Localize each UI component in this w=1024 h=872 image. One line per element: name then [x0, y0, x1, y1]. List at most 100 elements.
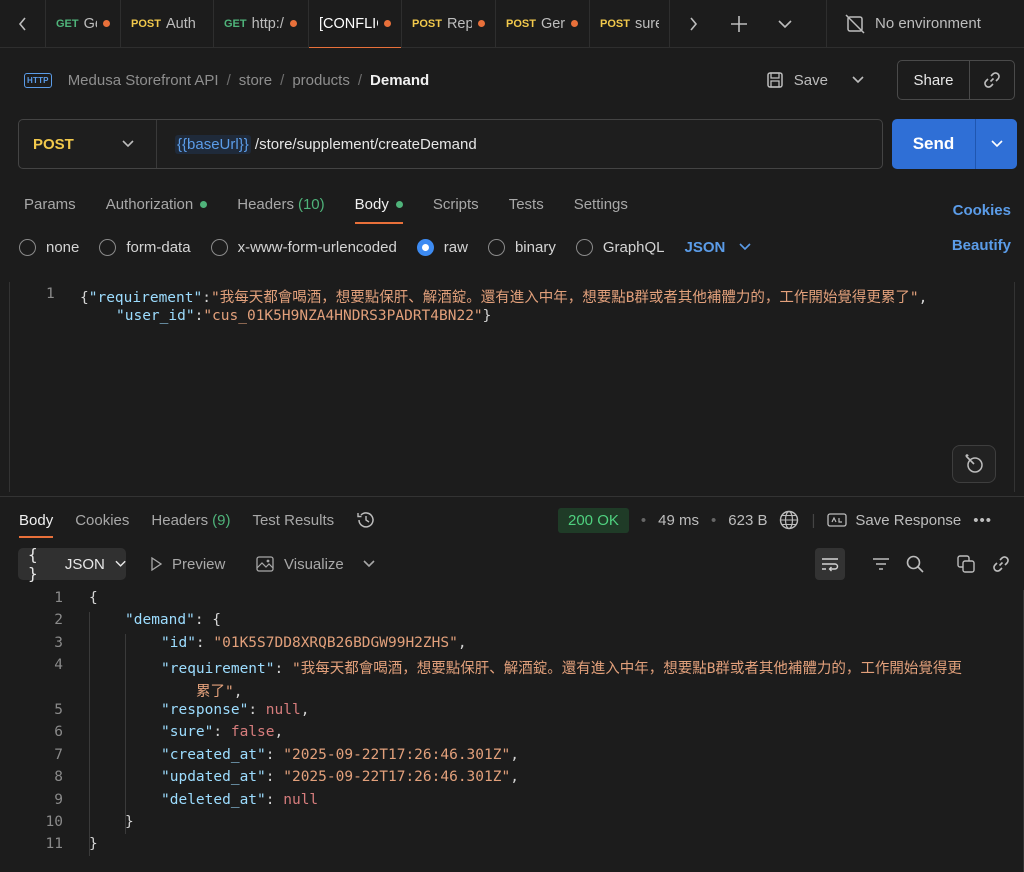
copy-button[interactable]	[951, 548, 981, 580]
response-tab-headers[interactable]: Headers (9)	[151, 506, 230, 534]
json-string: "我每天都會喝酒，想要點保肝、解酒錠。還有進入中年，想要點B群或者其他補體力的，…	[291, 661, 962, 678]
unsaved-dot-icon	[103, 20, 110, 27]
request-tab[interactable]: GET http:/	[214, 0, 309, 48]
tab-authorization[interactable]: Authorization	[106, 186, 208, 222]
response-meta: 200 OK • 49 ms • 623 B | Save Response •…	[558, 506, 992, 534]
tab-tests[interactable]: Tests	[509, 186, 544, 222]
separator-bar: |	[811, 511, 816, 529]
response-body-viewer[interactable]: 1 {2 "demand": {3 "id": "01K5S7DD8XRQB26BDG…	[0, 590, 1024, 872]
breadcrumb-collection[interactable]: Medusa Storefront API	[68, 72, 219, 89]
search-button[interactable]	[900, 548, 930, 580]
no-environment-icon	[845, 13, 865, 34]
indent-guide	[125, 634, 126, 834]
url-input[interactable]: {{baseUrl}} /store/supplement/createDema…	[157, 134, 477, 154]
unsaved-dot-icon	[478, 20, 485, 27]
request-tab[interactable]: GET Get a	[46, 0, 121, 48]
response-tab-body[interactable]: Body	[19, 506, 54, 538]
body-type-label: x-www-form-urlencoded	[237, 238, 397, 256]
json-keyword: null	[283, 791, 319, 808]
visualize-options-button[interactable]	[354, 548, 384, 580]
request-tab[interactable]: [CONFLIC	[309, 0, 402, 48]
body-type-graphql[interactable]: GraphQL	[575, 238, 665, 256]
status-badge[interactable]: 200 OK	[558, 507, 629, 533]
braces-icon: { }	[28, 545, 38, 583]
method-value: POST	[33, 135, 74, 153]
send-button[interactable]: Send	[892, 119, 976, 169]
cookies-link[interactable]: Cookies	[953, 202, 1011, 219]
url-bar: POST {{baseUrl}} /store/supplement/creat…	[18, 119, 883, 169]
response-format-select[interactable]: { } JSON	[18, 545, 126, 583]
json-key: "updated_at"	[161, 769, 266, 786]
save-button[interactable]: Save	[754, 60, 840, 100]
more-options-icon[interactable]: •••	[973, 512, 992, 529]
json-key: "demand"	[125, 612, 195, 629]
response-tab-test-results[interactable]: Test Results	[252, 506, 334, 534]
tab-headers[interactable]: Headers (10)	[237, 186, 324, 222]
code-line: {	[89, 590, 98, 612]
request-name[interactable]: Demand	[370, 72, 429, 89]
tab-name: Auth	[165, 15, 196, 32]
share-group: Share	[897, 60, 1015, 100]
request-tab[interactable]: POST Rep	[402, 0, 496, 48]
send-group: Send	[892, 119, 1017, 169]
line-number: 3	[54, 634, 63, 651]
code-line: "id": "01K5S7DD8XRQB26BDGW99H2ZHS",	[161, 635, 467, 657]
tab-body[interactable]: Body	[354, 186, 404, 224]
body-type-none[interactable]: none	[19, 238, 79, 256]
share-button[interactable]: Share	[898, 61, 970, 99]
breadcrumb-separator: /	[226, 71, 231, 89]
json-punctuation: : {	[194, 612, 222, 629]
chevron-down-icon	[852, 76, 864, 84]
filter-button[interactable]	[866, 548, 896, 580]
tab-params[interactable]: Params	[24, 186, 76, 222]
body-type-binary[interactable]: binary	[487, 238, 556, 256]
tab-method: GET	[56, 17, 79, 30]
response-tab-cookies[interactable]: Cookies	[75, 506, 129, 534]
history-button[interactable]	[356, 506, 376, 534]
tab-label: Test Results	[252, 511, 335, 529]
tabs-scroll-right-button[interactable]	[670, 0, 716, 48]
tab-scripts[interactable]: Scripts	[433, 186, 479, 222]
beautify-button[interactable]: Beautify	[952, 237, 1011, 254]
breadcrumb-folder-products[interactable]: products	[292, 72, 350, 89]
json-punctuation: :	[213, 724, 231, 741]
request-tab[interactable]: POST Auth	[121, 0, 214, 48]
json-punctuation: :	[265, 769, 284, 786]
tab-settings[interactable]: Settings	[574, 186, 628, 222]
body-format-select[interactable]: JSON	[685, 239, 752, 256]
radio-icon	[210, 238, 228, 256]
visualize-button[interactable]: Visualize	[256, 548, 344, 580]
tabs-menu-button[interactable]	[762, 0, 808, 48]
response-size[interactable]: 623 B	[728, 512, 767, 529]
environment-selector[interactable]: No environment	[826, 0, 1024, 48]
json-punctuation: {	[89, 590, 98, 606]
chevron-down-icon	[115, 560, 126, 567]
body-type-form-data[interactable]: form-data	[99, 238, 191, 256]
ai-assist-button[interactable]	[952, 445, 996, 483]
request-tab[interactable]: POST sure	[590, 0, 670, 48]
tabs-scroll-left-button[interactable]	[0, 0, 46, 48]
json-key: "sure"	[161, 724, 214, 741]
body-type-raw[interactable]: raw	[416, 238, 468, 256]
wrap-lines-button[interactable]	[815, 548, 845, 580]
globe-icon[interactable]	[779, 510, 799, 530]
method-select[interactable]: POST	[19, 120, 157, 168]
code-line: "created_at": "2025-09-22T17:26:46.301Z"…	[161, 747, 519, 769]
preview-button[interactable]: Preview	[150, 548, 225, 580]
send-options-button[interactable]	[976, 119, 1017, 169]
save-options-button[interactable]	[840, 60, 876, 100]
request-body-editor[interactable]: 1 {"requirement":"我每天都會喝酒，想要點保肝、解酒錠。還有進入…	[9, 282, 1015, 492]
unsaved-dot-icon	[289, 20, 297, 27]
body-type-x-www-form-urlencoded[interactable]: x-www-form-urlencoded	[210, 238, 397, 256]
response-time[interactable]: 49 ms	[658, 512, 699, 529]
breadcrumb-folder-store[interactable]: store	[239, 72, 272, 89]
request-tab[interactable]: POST Ger	[496, 0, 590, 48]
save-response-button[interactable]: Save Response	[827, 512, 961, 529]
pane-divider[interactable]	[0, 496, 1024, 497]
http-request-icon: HTTP	[24, 72, 52, 88]
copy-link-button[interactable]	[970, 61, 1014, 99]
url-variable[interactable]: {{baseUrl}}	[175, 134, 251, 154]
line-number: 4	[54, 657, 63, 674]
new-tab-button[interactable]	[716, 0, 762, 48]
copy-link-button[interactable]	[986, 548, 1016, 580]
